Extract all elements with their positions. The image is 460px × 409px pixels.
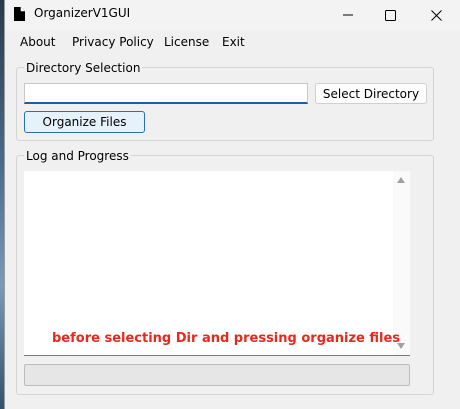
minimize-icon	[343, 14, 353, 16]
maximize-icon	[384, 9, 396, 21]
close-button[interactable]	[415, 0, 457, 30]
select-directory-button[interactable]: Select Directory	[315, 83, 427, 104]
app-window: OrganizerV1GUI About Privacy Policy Lice…	[4, 0, 460, 409]
menu-item-exit[interactable]: Exit	[222, 35, 245, 49]
log-progress-label: Log and Progress	[24, 149, 131, 163]
log-textarea[interactable]: before selecting Dir and pressing organi…	[24, 171, 410, 356]
window-title: OrganizerV1GUI	[34, 6, 131, 20]
progress-bar	[24, 364, 410, 386]
title-bar[interactable]: OrganizerV1GUI	[5, 0, 460, 30]
maximize-button[interactable]	[369, 0, 411, 30]
document-icon	[14, 7, 25, 21]
menu-item-license[interactable]: License	[164, 35, 209, 49]
directory-path-input[interactable]	[24, 83, 308, 104]
menu-item-about[interactable]: About	[20, 35, 55, 49]
annotation-text: before selecting Dir and pressing organi…	[52, 331, 401, 346]
organize-files-label: Organize Files	[42, 115, 127, 129]
menu-bar: About Privacy Policy License Exit	[5, 30, 460, 54]
menu-item-privacy-policy[interactable]: Privacy Policy	[72, 35, 154, 49]
select-directory-label: Select Directory	[322, 86, 420, 101]
log-scrollbar[interactable]	[393, 171, 410, 355]
scroll-up-arrow-icon[interactable]	[397, 177, 405, 183]
close-icon	[430, 9, 442, 21]
directory-selection-label: Directory Selection	[24, 61, 143, 75]
organize-files-button[interactable]: Organize Files	[24, 111, 145, 133]
minimize-button[interactable]	[327, 0, 369, 30]
